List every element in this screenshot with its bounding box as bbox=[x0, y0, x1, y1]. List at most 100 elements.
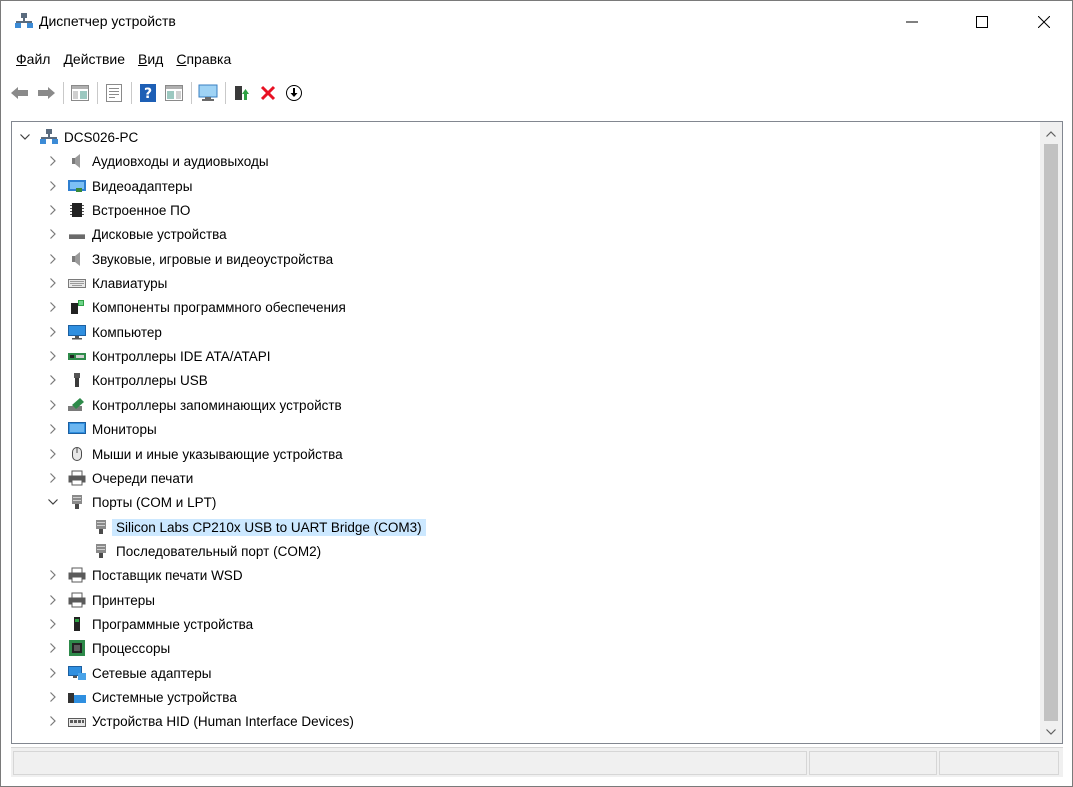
tree-category-item[interactable]: Принтеры bbox=[46, 588, 155, 612]
chevron-right-icon[interactable] bbox=[46, 373, 60, 387]
tree-item-label: Программные устройства bbox=[92, 616, 254, 632]
tree-device-item[interactable]: Silicon Labs CP210x USB to UART Bridge (… bbox=[70, 515, 426, 539]
chevron-right-icon[interactable] bbox=[46, 471, 60, 485]
tree-category-item[interactable]: Контроллеры IDE ATA/ATAPI bbox=[46, 344, 270, 368]
system-device-icon bbox=[68, 688, 86, 706]
tree-item-label: Сетевые адаптеры bbox=[92, 665, 212, 681]
uninstall-device-button[interactable] bbox=[257, 82, 279, 104]
show-hide-console-tree-button[interactable] bbox=[69, 82, 91, 104]
status-cell-main bbox=[13, 751, 807, 775]
chevron-right-icon[interactable] bbox=[46, 690, 60, 704]
tree-category-item[interactable]: Порты (COM и LPT) bbox=[46, 490, 216, 514]
menu-action[interactable]: Действие bbox=[58, 51, 130, 67]
tree-item-label: Последовательный порт (COM2) bbox=[116, 543, 322, 559]
chevron-right-icon[interactable] bbox=[46, 252, 60, 266]
chevron-right-icon[interactable] bbox=[46, 568, 60, 582]
tree-item-label: Очереди печати bbox=[92, 470, 194, 486]
tree-category-item[interactable]: Мыши и иные указывающие устройства bbox=[46, 442, 343, 466]
tree-category-item[interactable]: Процессоры bbox=[46, 636, 170, 660]
printer-icon bbox=[68, 566, 86, 584]
tree-category-item[interactable]: Сетевые адаптеры bbox=[46, 661, 211, 685]
chevron-right-icon[interactable] bbox=[46, 203, 60, 217]
usb-icon bbox=[68, 371, 86, 389]
tree-category-item[interactable]: Дисковые устройства bbox=[46, 222, 227, 246]
update-driver-icon bbox=[235, 86, 249, 100]
tree-item-label: Клавиатуры bbox=[92, 275, 168, 291]
chevron-down-icon[interactable] bbox=[18, 130, 32, 144]
port-icon bbox=[92, 518, 110, 536]
title-bar: Диспетчер устройств bbox=[1, 1, 1072, 43]
tree-category-item[interactable]: Аудиовходы и аудиовыходы bbox=[46, 149, 269, 173]
svg-text:?: ? bbox=[144, 86, 152, 102]
chevron-right-icon[interactable] bbox=[46, 154, 60, 168]
chevron-right-icon[interactable] bbox=[46, 398, 60, 412]
tree-category-item[interactable]: Системные устройства bbox=[46, 685, 237, 709]
chevron-right-icon[interactable] bbox=[46, 641, 60, 655]
vertical-scrollbar[interactable] bbox=[1040, 122, 1062, 743]
chevron-right-icon[interactable] bbox=[46, 422, 60, 436]
tree-category-item[interactable]: Поставщик печати WSD bbox=[46, 563, 243, 587]
tree-item-label: Поставщик печати WSD bbox=[92, 567, 243, 583]
maximize-button[interactable] bbox=[959, 1, 1005, 43]
minimize-button[interactable] bbox=[889, 1, 935, 43]
device-manager-window: Диспетчер устройств Файл Действие Вид Сп… bbox=[0, 0, 1073, 787]
scan-hardware-button[interactable] bbox=[197, 82, 219, 104]
scroll-up-button[interactable] bbox=[1040, 124, 1062, 144]
scrollbar-thumb[interactable] bbox=[1044, 144, 1058, 721]
tree-category-item[interactable]: Видеоадаптеры bbox=[46, 174, 192, 198]
chevron-right-icon[interactable] bbox=[46, 593, 60, 607]
tree-item-label: Контроллеры USB bbox=[92, 372, 208, 388]
minimize-icon bbox=[906, 21, 918, 23]
firmware-icon bbox=[68, 201, 86, 219]
chevron-right-icon[interactable] bbox=[46, 666, 60, 680]
properties-button[interactable] bbox=[103, 82, 125, 104]
chevron-right-icon[interactable] bbox=[46, 447, 60, 461]
tree-root[interactable]: DCS026-PC bbox=[18, 125, 138, 149]
tree-device-item[interactable]: Последовательный порт (COM2) bbox=[70, 539, 321, 563]
chevron-right-icon[interactable] bbox=[46, 617, 60, 631]
chevron-right-icon[interactable] bbox=[46, 227, 60, 241]
device-manager-icon bbox=[15, 13, 33, 29]
chevron-down-icon[interactable] bbox=[46, 495, 60, 509]
tree-category-item[interactable]: Устройства HID (Human Interface Devices) bbox=[46, 709, 354, 733]
help-button[interactable]: ? bbox=[137, 82, 159, 104]
menu-file[interactable]: Файл bbox=[11, 51, 55, 67]
chevron-right-icon[interactable] bbox=[46, 714, 60, 728]
close-icon bbox=[1038, 16, 1050, 28]
scroll-down-button[interactable] bbox=[1040, 722, 1062, 742]
tree-category-item[interactable]: Клавиатуры bbox=[46, 271, 167, 295]
tree-item-label: Дисковые устройства bbox=[92, 226, 227, 242]
tree-item-label: Мониторы bbox=[92, 421, 157, 437]
chevron-right-icon[interactable] bbox=[46, 325, 60, 339]
view-button[interactable] bbox=[163, 82, 185, 104]
tree-category-item[interactable]: Звуковые, игровые и видеоустройства bbox=[46, 247, 333, 271]
close-button[interactable] bbox=[1021, 1, 1067, 43]
back-button[interactable] bbox=[9, 82, 31, 104]
forward-button[interactable] bbox=[35, 82, 57, 104]
tree-category-item[interactable]: Контроллеры USB bbox=[46, 368, 208, 392]
chevron-right-icon[interactable] bbox=[46, 349, 60, 363]
disable-device-button[interactable] bbox=[283, 82, 305, 104]
chevron-right-icon[interactable] bbox=[46, 179, 60, 193]
storage-controller-icon bbox=[68, 396, 86, 414]
port-icon bbox=[68, 493, 86, 511]
toolbar-separator bbox=[97, 82, 98, 104]
tree-category-item[interactable]: Очереди печати bbox=[46, 466, 193, 490]
tree-category-item[interactable]: Компоненты программного обеспечения bbox=[46, 295, 346, 319]
tree-category-item[interactable]: Компьютер bbox=[46, 320, 162, 344]
tree-item-label: Порты (COM и LPT) bbox=[92, 494, 217, 510]
computer-network-icon bbox=[40, 128, 58, 146]
chevron-right-icon[interactable] bbox=[46, 300, 60, 314]
menu-view[interactable]: Вид bbox=[133, 51, 168, 67]
tree-category-item[interactable]: Контроллеры запоминающих устройств bbox=[46, 393, 342, 417]
status-cell-3 bbox=[939, 751, 1059, 775]
tree-category-item[interactable]: Мониторы bbox=[46, 417, 157, 441]
update-driver-button[interactable] bbox=[231, 82, 253, 104]
tree-category-item[interactable]: Программные устройства bbox=[46, 612, 253, 636]
device-tree: DCS026-PC Аудиовходы и аудиовыходы Видеоа… bbox=[12, 122, 1040, 743]
menu-help[interactable]: Справка bbox=[171, 51, 236, 67]
tree-item-label: Системные устройства bbox=[92, 689, 237, 705]
tree-category-item[interactable]: Встроенное ПО bbox=[46, 198, 190, 222]
chevron-right-icon[interactable] bbox=[46, 276, 60, 290]
software-device-icon bbox=[68, 615, 86, 633]
